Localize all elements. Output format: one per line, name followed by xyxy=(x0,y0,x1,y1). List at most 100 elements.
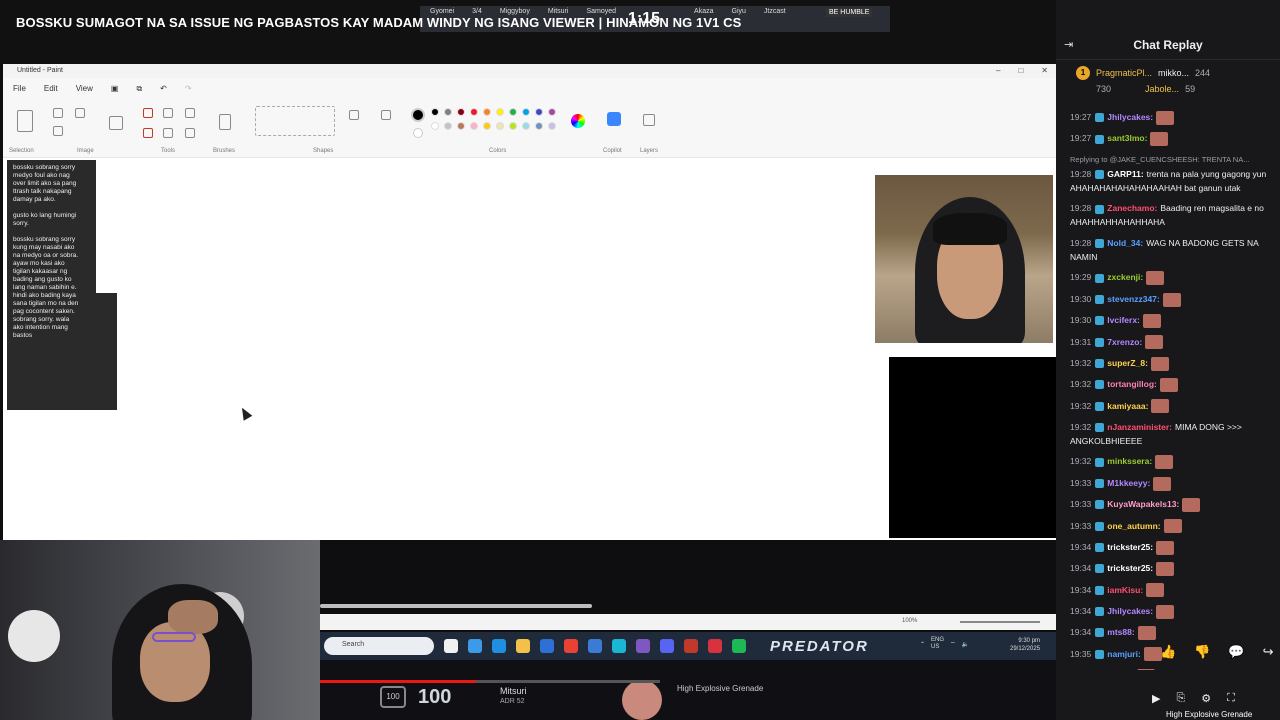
color-swatch[interactable] xyxy=(483,122,491,130)
color-swatch[interactable] xyxy=(548,108,556,116)
color-swatch[interactable] xyxy=(522,108,530,116)
message-username[interactable]: lvciferx: xyxy=(1107,315,1140,325)
copilot-icon[interactable] xyxy=(607,112,621,126)
primary-color-swatch[interactable] xyxy=(411,108,425,122)
color-swatch[interactable] xyxy=(535,122,543,130)
message-username[interactable]: 7xrenzo: xyxy=(1107,337,1142,347)
message-username[interactable]: mts88: xyxy=(1107,627,1134,637)
wifi-icon[interactable]: ⌔ xyxy=(950,640,956,648)
color-picker-icon[interactable] xyxy=(163,128,173,138)
fullscreen-icon[interactable]: ⛶ xyxy=(1227,692,1235,705)
message-username[interactable]: GARP11: xyxy=(1107,169,1143,179)
zoom-slider[interactable] xyxy=(960,621,1040,623)
app-icon[interactable] xyxy=(612,639,626,653)
video-progress-bar[interactable] xyxy=(320,680,660,683)
message-username[interactable]: superZ_8: xyxy=(1107,358,1148,368)
color-swatch[interactable] xyxy=(509,108,517,116)
redo-icon[interactable]: ↷ xyxy=(185,84,192,93)
color-swatch[interactable] xyxy=(431,122,439,130)
message-username[interactable]: trickster25: xyxy=(1107,563,1153,573)
message-username[interactable]: sant3lmo: xyxy=(1107,133,1147,143)
captions-icon[interactable]: ⎘ xyxy=(1176,692,1185,705)
language-indicator[interactable]: ENG US xyxy=(931,637,944,651)
menu-file[interactable]: File xyxy=(13,84,26,93)
taskbar-search[interactable]: Search xyxy=(324,637,434,655)
brush-icon[interactable] xyxy=(219,114,231,130)
message-username[interactable]: nJanzaminister: xyxy=(1107,422,1172,432)
store-icon[interactable] xyxy=(540,639,554,653)
magnifier-icon[interactable] xyxy=(185,128,195,138)
message-username[interactable]: iamKisu: xyxy=(1107,585,1143,595)
pencil-icon[interactable] xyxy=(143,108,153,118)
zoom-level[interactable]: 100% xyxy=(902,618,917,624)
leader-name[interactable]: Jabole... xyxy=(1145,84,1179,94)
color-swatch[interactable] xyxy=(444,122,452,130)
message-username[interactable]: Jhilycakes: xyxy=(1107,112,1153,122)
message-username[interactable]: M1kkeeyy: xyxy=(1107,478,1150,488)
comment-icon[interactable]: 💬 xyxy=(1228,644,1244,660)
save-icon[interactable]: ▣ xyxy=(111,84,119,93)
selection-tool-icon[interactable] xyxy=(17,110,33,132)
message-username[interactable]: Nold_34: xyxy=(1107,238,1143,248)
message-username[interactable]: one_autumn: xyxy=(1107,521,1160,531)
secondary-color-swatch[interactable] xyxy=(413,128,423,138)
steam-icon[interactable] xyxy=(684,639,698,653)
color-swatch[interactable] xyxy=(496,122,504,130)
play-icon[interactable]: ▶ xyxy=(1152,692,1160,705)
chevron-up-icon[interactable]: ⌃ xyxy=(920,641,925,648)
color-swatch[interactable] xyxy=(431,108,439,116)
outline-icon[interactable] xyxy=(349,110,359,120)
rotate-icon[interactable] xyxy=(53,126,63,136)
message-username[interactable]: KuyaWapakels13: xyxy=(1107,499,1179,509)
shapes-gallery[interactable] xyxy=(255,106,335,136)
color-swatch[interactable] xyxy=(509,122,517,130)
color-swatch[interactable] xyxy=(483,108,491,116)
color-swatch[interactable] xyxy=(470,108,478,116)
message-username[interactable]: namjuri: xyxy=(1107,649,1141,659)
layers-icon[interactable] xyxy=(643,114,655,126)
color-swatch[interactable] xyxy=(522,122,530,130)
minimize-icon[interactable]: – xyxy=(996,66,1000,75)
settings-icon[interactable]: ⚙ xyxy=(1201,692,1211,705)
message-username[interactable]: kamiyaaa: xyxy=(1107,401,1148,411)
menu-edit[interactable]: Edit xyxy=(44,84,58,93)
leader-count[interactable]: mikko... xyxy=(1158,68,1189,78)
fill-icon[interactable] xyxy=(163,108,173,118)
browser-icon[interactable] xyxy=(492,639,506,653)
resize-icon[interactable] xyxy=(75,108,85,118)
image-icon[interactable] xyxy=(109,116,123,130)
message-username[interactable]: Zanechamo: xyxy=(1107,203,1157,213)
chrome-icon[interactable] xyxy=(564,639,578,653)
undo-icon[interactable]: ↶ xyxy=(160,84,167,93)
thumbs-up-icon[interactable]: 👍 xyxy=(1160,644,1176,660)
share-icon[interactable]: ⧉ xyxy=(136,84,142,93)
message-username[interactable]: minkssera: xyxy=(1107,456,1152,466)
close-icon[interactable]: ✕ xyxy=(1041,66,1048,75)
discord-icon[interactable] xyxy=(660,639,674,653)
color-swatch[interactable] xyxy=(457,108,465,116)
crop-icon[interactable] xyxy=(53,108,63,118)
color-swatch[interactable] xyxy=(548,122,556,130)
teams-icon[interactable] xyxy=(636,639,650,653)
file-explorer-icon[interactable] xyxy=(516,639,530,653)
edit-colors-icon[interactable] xyxy=(571,114,585,128)
thumbs-down-icon[interactable]: 👎 xyxy=(1194,644,1210,660)
share-icon[interactable]: ↪ xyxy=(1263,644,1274,660)
edge-icon[interactable] xyxy=(468,639,482,653)
color-swatch[interactable] xyxy=(457,122,465,130)
volume-icon[interactable]: 🔈 xyxy=(962,641,969,648)
message-username[interactable]: zxckenji: xyxy=(1107,272,1143,282)
color-swatch[interactable] xyxy=(535,108,543,116)
text-icon[interactable] xyxy=(185,108,195,118)
message-username[interactable]: stevenzz347: xyxy=(1107,294,1159,304)
message-username[interactable]: tortangillog: xyxy=(1107,379,1157,389)
menu-view[interactable]: View xyxy=(76,84,93,93)
task-view-icon[interactable] xyxy=(444,639,458,653)
leader-name[interactable]: PragmaticPl... xyxy=(1096,68,1152,78)
fill-shape-icon[interactable] xyxy=(381,110,391,120)
app-icon[interactable] xyxy=(588,639,602,653)
color-swatch[interactable] xyxy=(496,108,504,116)
tray-clock[interactable]: 9:30 pm 29/12/2025 xyxy=(1010,637,1040,653)
eraser-icon[interactable] xyxy=(143,128,153,138)
horizontal-scrollbar[interactable] xyxy=(320,604,592,608)
